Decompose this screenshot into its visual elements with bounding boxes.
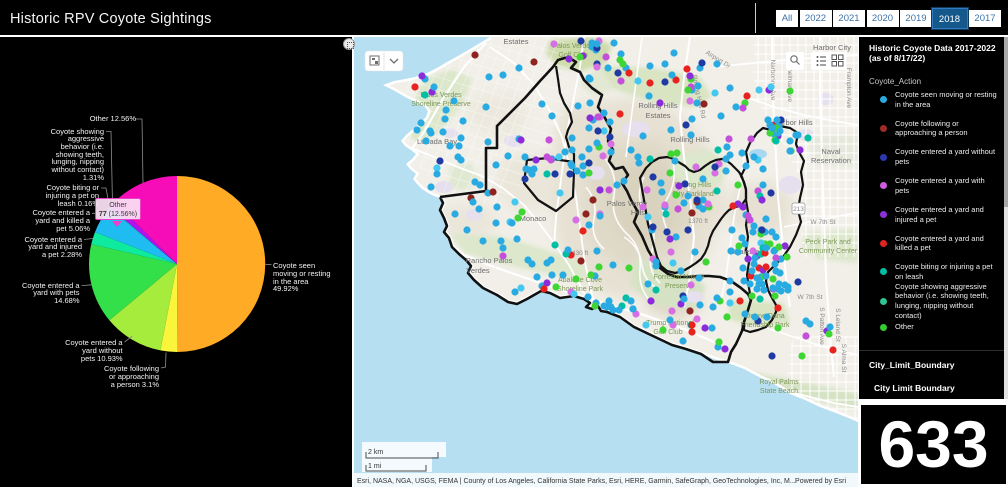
svg-text:W 7th St: W 7th St [811,219,836,226]
svg-text:S Alma St: S Alma St [840,344,847,373]
svg-text:1370 ft: 1370 ft [688,218,708,225]
svg-text:Shoreline Park: Shoreline Park [557,286,603,293]
svg-text:213: 213 [793,206,804,213]
svg-text:Estates: Estates [645,111,670,120]
svg-text:Golf Club: Golf Club [653,329,682,336]
svg-text:Monaco: Monaco [520,214,547,223]
svg-text:2 km: 2 km [368,449,383,456]
svg-text:Frampton Ave: Frampton Ave [845,68,852,109]
svg-text:Royal Palms: Royal Palms [759,379,799,386]
svg-text:Narbonne Ave: Narbonne Ave [769,59,776,100]
svg-text:Esri, NASA, NGA, USGS, FEMA |: Esri, NASA, NGA, USGS, FEMA | County of … [357,478,796,485]
svg-text:Palos Verdes: Palos Verdes [552,43,594,50]
svg-text:Naval: Naval [821,147,841,156]
svg-text:1 mi: 1 mi [368,463,382,470]
svg-text:S Patton Ave: S Patton Ave [818,307,825,345]
svg-text:Estates: Estates [503,37,528,46]
svg-text:S Leland St: S Leland St [834,308,841,342]
svg-text:Friendship Park: Friendship Park [740,322,790,329]
svg-text:Harbor City: Harbor City [813,43,851,52]
svg-text:Peck Park and: Peck Park and [805,239,851,246]
svg-text:Verdes: Verdes [466,266,490,275]
svg-text:Community Center: Community Center [799,248,858,255]
svg-text:Shoreline Preserve: Shoreline Preserve [411,101,471,108]
svg-text:Powered by Esri: Powered by Esri [795,478,846,485]
svg-text:State Beach: State Beach [760,388,798,395]
svg-text:W 7th St: W 7th St [798,294,823,301]
svg-text:Reservation: Reservation [811,156,851,165]
